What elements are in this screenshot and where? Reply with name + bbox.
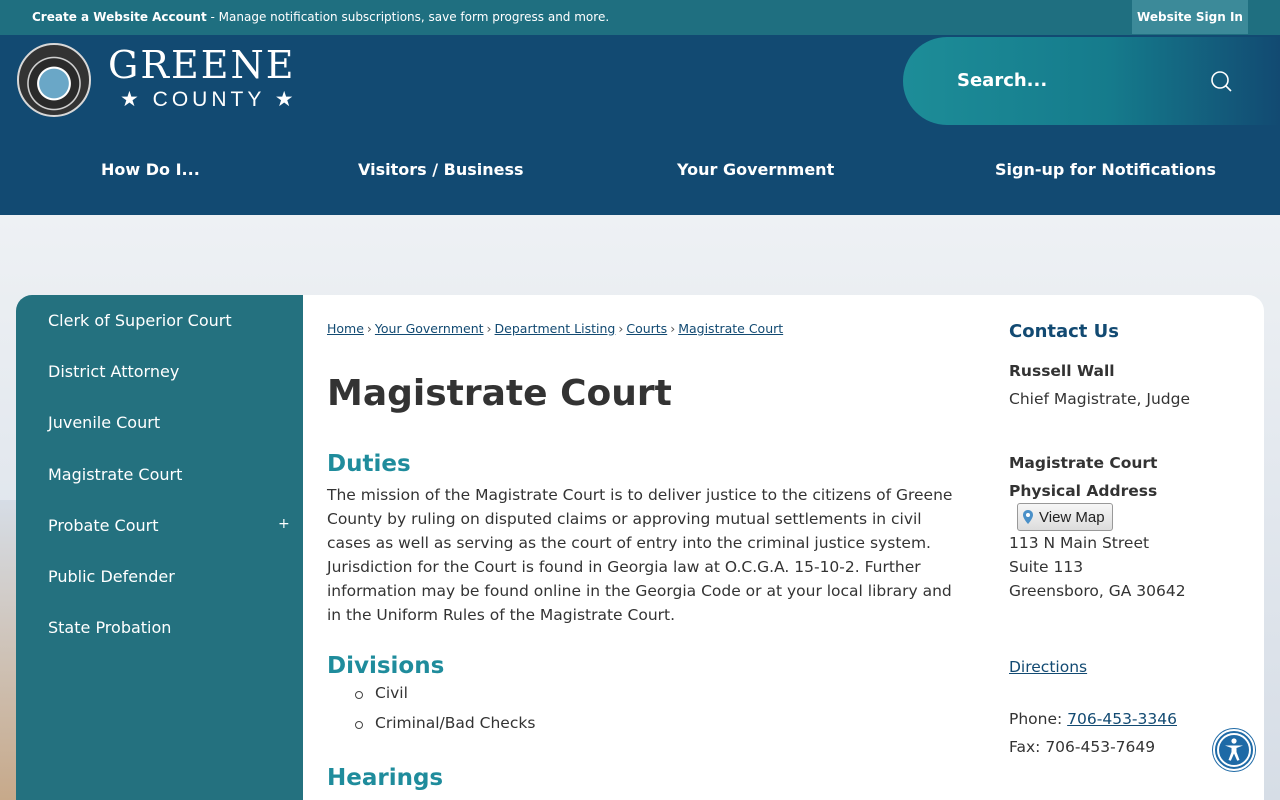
site-logo-text[interactable]: GREENE ★ COUNTY ★ — [108, 45, 298, 112]
nav-your-government[interactable]: Your Government — [677, 160, 834, 179]
county-seal-logo[interactable] — [17, 43, 91, 117]
fax-line: Fax: 706-453-7649 — [1009, 738, 1156, 756]
contact-role: Chief Magistrate, Judge — [1009, 390, 1190, 408]
accessibility-button[interactable] — [1213, 729, 1255, 771]
divisions-heading: Divisions — [327, 653, 445, 679]
address-label: Physical Address — [1009, 482, 1158, 500]
create-account-link[interactable]: Create a Website Account — [32, 10, 207, 24]
nav-visitors-business[interactable]: Visitors / Business — [358, 160, 524, 179]
breadcrumb-separator: › — [618, 321, 624, 336]
sidebar-item-magistrate-court[interactable]: Magistrate Court — [48, 465, 182, 484]
account-message: Create a Website Account - Manage notifi… — [32, 10, 609, 24]
view-map-label: View Map — [1039, 508, 1105, 526]
breadcrumb: Home › Your Government › Department Listing ›… — [327, 321, 783, 336]
sidebar-item-probate-court[interactable]: Probate Court — [48, 516, 159, 535]
duties-text: The mission of the Magistrate Court is t… — [327, 486, 953, 624]
view-map-button[interactable]: View Map — [1017, 503, 1113, 531]
logo-line-county: ★ COUNTY ★ — [120, 88, 298, 111]
contact-name: Russell Wall — [1009, 362, 1115, 380]
breadcrumb-separator: › — [670, 321, 676, 336]
list-item: Criminal/Bad Checks — [355, 714, 535, 744]
top-notification-bar: Create a Website Account - Manage notifi… — [0, 0, 1280, 35]
breadcrumb-magistrate-court[interactable]: Magistrate Court — [678, 321, 783, 336]
list-item: Civil — [355, 684, 535, 714]
phone-label: Phone: — [1009, 710, 1068, 728]
address-suite: Suite 113 — [1009, 558, 1084, 576]
breadcrumb-home[interactable]: Home — [327, 321, 364, 336]
search-input[interactable]: Search... — [957, 70, 1047, 91]
divisions-list: Civil Criminal/Bad Checks — [355, 684, 535, 744]
nav-how-do-i[interactable]: How Do I... — [101, 160, 200, 179]
page-title: Magistrate Court — [327, 373, 672, 414]
nav-sign-up-notifications[interactable]: Sign-up for Notifications — [995, 160, 1216, 179]
duties-heading: Duties — [327, 451, 411, 477]
address-street: 113 N Main Street — [1009, 534, 1150, 552]
map-pin-icon — [1023, 510, 1033, 524]
contact-title: Contact Us — [1009, 321, 1120, 342]
sidebar-item-clerk-superior-court[interactable]: Clerk of Superior Court — [48, 311, 232, 330]
sidebar-item-juvenile-court[interactable]: Juvenile Court — [48, 413, 160, 432]
contact-org: Magistrate Court — [1009, 454, 1158, 472]
breadcrumb-separator: › — [366, 321, 372, 336]
main-navigation: How Do I... Visitors / Business Your Gov… — [0, 155, 1280, 185]
phone-line: Phone: 706-453-3346 — [1009, 710, 1177, 728]
probate-expand-icon[interactable]: + — [278, 516, 290, 532]
hearings-heading: Hearings — [327, 765, 444, 791]
sidebar-menu: Clerk of Superior Court District Attorne… — [16, 295, 303, 800]
directions-link[interactable]: Directions — [1009, 658, 1087, 676]
search-box[interactable]: Search... — [903, 37, 1280, 125]
breadcrumb-courts[interactable]: Courts — [626, 321, 667, 336]
phone-link[interactable]: 706-453-3346 — [1067, 710, 1177, 728]
accessibility-icon — [1217, 733, 1251, 767]
website-sign-in-button[interactable]: Website Sign In — [1132, 0, 1248, 34]
sidebar-item-public-defender[interactable]: Public Defender — [48, 567, 175, 586]
logo-line-greene: GREENE — [108, 43, 296, 87]
address-city: Greensboro, GA 30642 — [1009, 582, 1186, 600]
breadcrumb-your-government[interactable]: Your Government — [375, 321, 484, 336]
breadcrumb-separator: › — [486, 321, 492, 336]
breadcrumb-department-listing[interactable]: Department Listing — [495, 321, 616, 336]
site-header: GREENE ★ COUNTY ★ Search... How Do I... … — [0, 35, 1280, 215]
sidebar-item-district-attorney[interactable]: District Attorney — [48, 362, 179, 381]
create-account-description: - Manage notification subscriptions, sav… — [206, 10, 610, 24]
main-content: Home › Your Government › Department Listing ›… — [303, 295, 1264, 800]
sidebar-item-state-probation[interactable]: State Probation — [48, 618, 171, 637]
search-icon[interactable] — [1210, 70, 1232, 92]
